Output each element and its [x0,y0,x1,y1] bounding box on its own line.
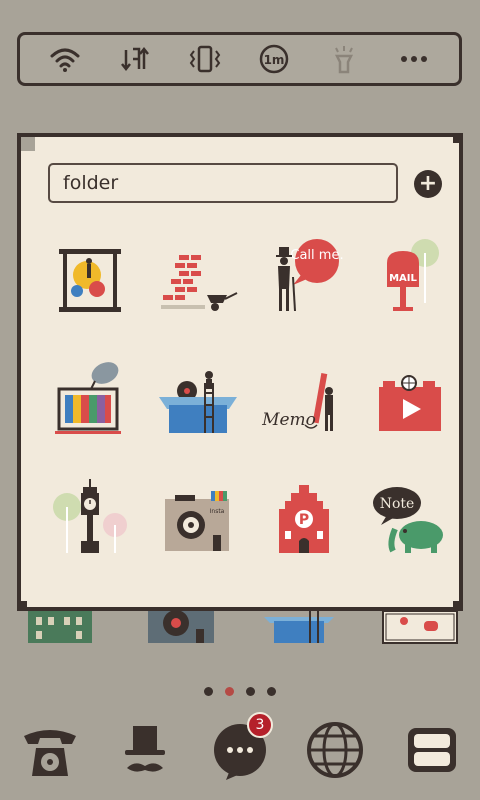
memo-pencil-icon: Memo [261,373,333,431]
tv-satellite-icon [55,362,121,434]
app-mail[interactable]: MAIL [365,233,455,323]
dock-contacts[interactable] [110,712,180,788]
instant-camera-icon: Insta [165,491,229,551]
app-video[interactable] [365,353,455,443]
widget-thumbnail-icon[interactable] [382,611,458,645]
home-screen-row [0,611,480,651]
wifi-icon [50,48,80,72]
screen-timeout-toggle[interactable]: 1m [252,37,296,81]
brick-wall-wheelbarrow-icon [161,255,238,311]
clock-tower-icon [53,479,127,553]
app-note[interactable]: Note [365,473,455,563]
dock-messages[interactable]: 3 [205,712,275,788]
app-path[interactable]: P [259,473,349,563]
dock-app-drawer[interactable] [397,712,467,788]
app-instant-camera[interactable]: Insta [153,473,243,563]
vinyl-box-icon[interactable] [146,611,216,645]
folder-name-input[interactable]: folder [48,163,398,203]
folder-name-text: folder [63,172,119,194]
p-text: P [299,512,309,528]
app-gallery[interactable] [45,233,135,323]
globe-icon [307,722,363,778]
mail-text: MAIL [389,273,417,284]
mailbox-icon: MAIL [387,239,439,311]
apps-drawer-icon [408,728,456,772]
flashlight-icon [335,46,354,74]
page-dot[interactable] [246,687,255,696]
app-clock[interactable] [45,473,135,563]
unread-badge: 3 [247,712,273,738]
quick-toggles-bar: 1m [17,32,462,86]
call-me-gentleman-icon: Call me. [276,239,344,312]
wifi-toggle[interactable] [43,37,87,81]
page-dot-active[interactable] [225,687,234,696]
video-camera-icon [379,375,441,431]
gallery-painter-icon [59,249,121,312]
more-toggles-button[interactable] [392,37,436,81]
phone-icon [24,730,76,776]
page-dot[interactable] [267,687,276,696]
corner-decoration [453,601,463,611]
timeout-label: 1m [264,53,285,67]
page-indicator [0,687,480,696]
page-dot[interactable] [204,687,213,696]
vibrate-icon [189,45,220,73]
app-tv[interactable] [45,353,135,443]
corner-decoration [453,133,463,143]
corner-decoration [17,601,27,611]
call-me-text: Call me. [290,248,343,263]
insta-text: Insta [210,508,225,515]
more-icon [401,56,428,62]
corner-decoration [17,133,27,143]
dock-phone[interactable] [15,712,85,788]
blue-box-icon[interactable] [262,611,336,645]
note-text: Note [380,496,415,512]
vibrate-toggle[interactable] [183,37,227,81]
red-building-p-icon: P [279,485,329,553]
flashlight-toggle[interactable] [322,37,366,81]
add-app-button[interactable]: + [414,170,442,198]
folder-popup: folder + Call me. MAIL Memo Insta P Note [17,133,463,611]
note-elephant-icon: Note [373,487,443,553]
top-hat-mustache-icon [125,726,165,772]
data-sync-toggle[interactable] [113,37,157,81]
dock: 3 [0,712,480,792]
app-memo[interactable]: Memo [259,353,349,443]
app-box[interactable] [153,353,243,443]
box-ladder-icon [159,371,237,433]
data-sync-icon [120,46,149,72]
dock-browser[interactable] [300,712,370,788]
app-call-me[interactable]: Call me. [259,233,349,323]
plus-icon: + [418,171,438,196]
timeout-icon: 1m [260,44,289,74]
app-brick-wall[interactable] [153,233,243,323]
green-building-icon[interactable] [26,611,96,645]
